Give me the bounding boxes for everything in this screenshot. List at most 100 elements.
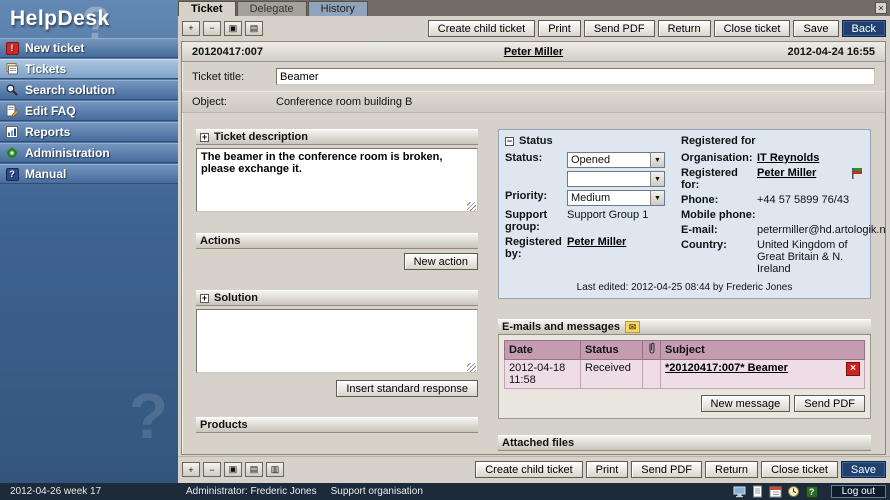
document-icon[interactable] bbox=[751, 485, 765, 498]
current-date-week: 2012-04-26 week 17 bbox=[10, 486, 102, 497]
send-pdf-message-button[interactable]: Send PDF bbox=[794, 395, 865, 412]
manual-book-icon: ? bbox=[5, 167, 19, 181]
collapse-section-icon[interactable]: − bbox=[505, 136, 514, 146]
new-action-button[interactable]: New action bbox=[403, 253, 478, 270]
send-pdf-button-bottom[interactable]: Send PDF bbox=[631, 461, 703, 478]
section-title: Solution bbox=[214, 292, 258, 304]
expand-all-icon[interactable]: + bbox=[182, 20, 200, 36]
save-button[interactable]: Save bbox=[793, 19, 839, 37]
sidebar-item-label: New ticket bbox=[25, 41, 85, 55]
tab-delegate[interactable]: Delegate bbox=[236, 1, 307, 16]
sidebar-item-administration[interactable]: Administration bbox=[0, 143, 178, 163]
status-select[interactable]: Opened ▼ bbox=[567, 152, 665, 168]
app-logo: HelpDesk bbox=[10, 7, 110, 30]
save-button-bottom[interactable]: Save bbox=[840, 461, 886, 478]
ticket-id: 20120417:007 bbox=[192, 45, 263, 58]
ticket-description-header: + Ticket description bbox=[196, 129, 478, 145]
send-pdf-button[interactable]: Send PDF bbox=[583, 19, 655, 37]
edit-page-icon bbox=[5, 104, 19, 118]
flag-icon[interactable] bbox=[851, 167, 864, 183]
sidebar: HelpDesk ? ? ! New ticket Tickets Search… bbox=[0, 0, 178, 483]
chevron-down-icon: ▼ bbox=[650, 153, 664, 167]
email-col-date: Date bbox=[504, 340, 581, 360]
close-ticket-button-bottom[interactable]: Close ticket bbox=[761, 461, 838, 478]
collapse-all-icon[interactable]: − bbox=[203, 462, 221, 477]
mobile-phone-label: Mobile phone: bbox=[681, 209, 756, 221]
clock-icon[interactable] bbox=[787, 485, 801, 498]
country-value: United Kingdom of Great Britain & N. Ire… bbox=[757, 239, 848, 275]
collapse-all-icon[interactable]: − bbox=[203, 20, 221, 36]
email-col-status: Status bbox=[580, 340, 643, 360]
section-title: Ticket description bbox=[214, 131, 308, 143]
layout-window-icon[interactable]: ▣ bbox=[224, 462, 242, 477]
print-button-bottom[interactable]: Print bbox=[585, 461, 629, 478]
resize-grip-icon[interactable] bbox=[467, 363, 476, 372]
emails-panel: Date Status Subject 2012-04-18 11:58 Rec… bbox=[498, 335, 871, 419]
status-label: Status: bbox=[505, 152, 543, 164]
sidebar-item-tickets[interactable]: Tickets bbox=[0, 59, 178, 79]
bar-chart-icon bbox=[5, 125, 19, 139]
object-label: Object: bbox=[192, 96, 227, 108]
section-title: E-mails and messages bbox=[502, 321, 621, 333]
ticket-content-frame: 20120417:007 Peter Miller 2012-04-24 16:… bbox=[181, 41, 886, 455]
expand-section-icon[interactable]: + bbox=[200, 132, 209, 142]
expand-section-icon[interactable]: + bbox=[200, 293, 209, 303]
ticket-description-textarea[interactable]: The beamer in the conference room is bro… bbox=[196, 148, 478, 212]
ticket-person-link[interactable]: Peter Miller bbox=[504, 46, 563, 58]
logout-button[interactable]: Log out bbox=[830, 485, 886, 498]
ticket-header-band: 20120417:007 Peter Miller 2012-04-24 16:… bbox=[182, 42, 885, 62]
registered-by-link[interactable]: Peter Miller bbox=[567, 236, 626, 248]
return-button[interactable]: Return bbox=[657, 19, 711, 37]
ticket-title-input[interactable] bbox=[276, 68, 875, 85]
delete-email-icon[interactable]: × bbox=[846, 362, 860, 376]
priority-select[interactable]: Medium ▼ bbox=[567, 190, 665, 206]
registered-for-label: Registered for: bbox=[681, 167, 738, 191]
expand-all-icon[interactable]: + bbox=[182, 462, 200, 477]
sidebar-item-manual[interactable]: ? Manual bbox=[0, 164, 178, 184]
sidebar-item-label: Edit FAQ bbox=[25, 104, 76, 118]
country-label: Country: bbox=[681, 239, 727, 251]
organisation-link[interactable]: IT Reynolds bbox=[757, 152, 819, 164]
chevron-down-icon: ▼ bbox=[650, 172, 664, 186]
products-header: Products bbox=[196, 417, 478, 433]
sub-status-select[interactable]: ▼ bbox=[567, 171, 665, 187]
date-week-statusbar: 2012-04-26 week 17 bbox=[0, 483, 178, 500]
sidebar-item-new-ticket[interactable]: ! New ticket bbox=[0, 38, 178, 58]
tab-ticket[interactable]: Ticket bbox=[178, 1, 236, 16]
email-subject-link[interactable]: *20120417:007* Beamer bbox=[665, 362, 788, 374]
resize-grip-icon[interactable] bbox=[467, 202, 476, 211]
phone-value: +44 57 5899 76/43 bbox=[757, 194, 850, 206]
tab-history[interactable]: History bbox=[307, 1, 368, 16]
insert-standard-response-button[interactable]: Insert standard response bbox=[336, 380, 478, 397]
layout-split-icon[interactable]: ▤ bbox=[245, 20, 263, 36]
return-button-bottom[interactable]: Return bbox=[705, 461, 759, 478]
close-ticket-button[interactable]: Close ticket bbox=[713, 19, 791, 37]
solution-header: + Solution bbox=[196, 290, 478, 306]
back-button[interactable]: Back bbox=[841, 19, 886, 37]
computer-icon[interactable] bbox=[733, 485, 747, 498]
sidebar-item-search-solution[interactable]: Search solution bbox=[0, 80, 178, 100]
email-clip-cell bbox=[642, 359, 661, 389]
status-section-title: Status bbox=[519, 135, 553, 147]
sidebar-item-reports[interactable]: Reports bbox=[0, 122, 178, 142]
help-icon[interactable]: ? bbox=[805, 485, 819, 498]
layout-split-icon[interactable]: ▤ bbox=[245, 462, 263, 477]
print-button[interactable]: Print bbox=[538, 19, 581, 37]
helpdesk-window: HelpDesk ? ? ! New ticket Tickets Search… bbox=[0, 0, 890, 500]
registered-for-title: Registered for bbox=[681, 135, 756, 147]
create-child-ticket-button-bottom[interactable]: Create child ticket bbox=[475, 461, 583, 478]
new-message-button[interactable]: New message bbox=[700, 395, 791, 412]
create-child-ticket-button[interactable]: Create child ticket bbox=[427, 19, 536, 37]
tickets-icon bbox=[5, 62, 19, 76]
support-group-value: Support Group 1 bbox=[567, 209, 649, 221]
layout-window-icon[interactable]: ▣ bbox=[224, 20, 242, 36]
email-date-cell: 2012-04-18 11:58 bbox=[504, 359, 581, 389]
calendar-icon[interactable] bbox=[769, 485, 783, 498]
registered-for-link[interactable]: Peter Miller bbox=[757, 167, 816, 179]
support-group-label: Support group: bbox=[505, 209, 548, 233]
solution-textarea[interactable] bbox=[196, 309, 478, 373]
sidebar-item-edit-faq[interactable]: Edit FAQ bbox=[0, 101, 178, 121]
layout-grid-icon[interactable]: ▥ bbox=[266, 462, 284, 477]
close-icon[interactable]: × bbox=[875, 2, 887, 14]
sidebar-item-label: Reports bbox=[25, 125, 71, 139]
